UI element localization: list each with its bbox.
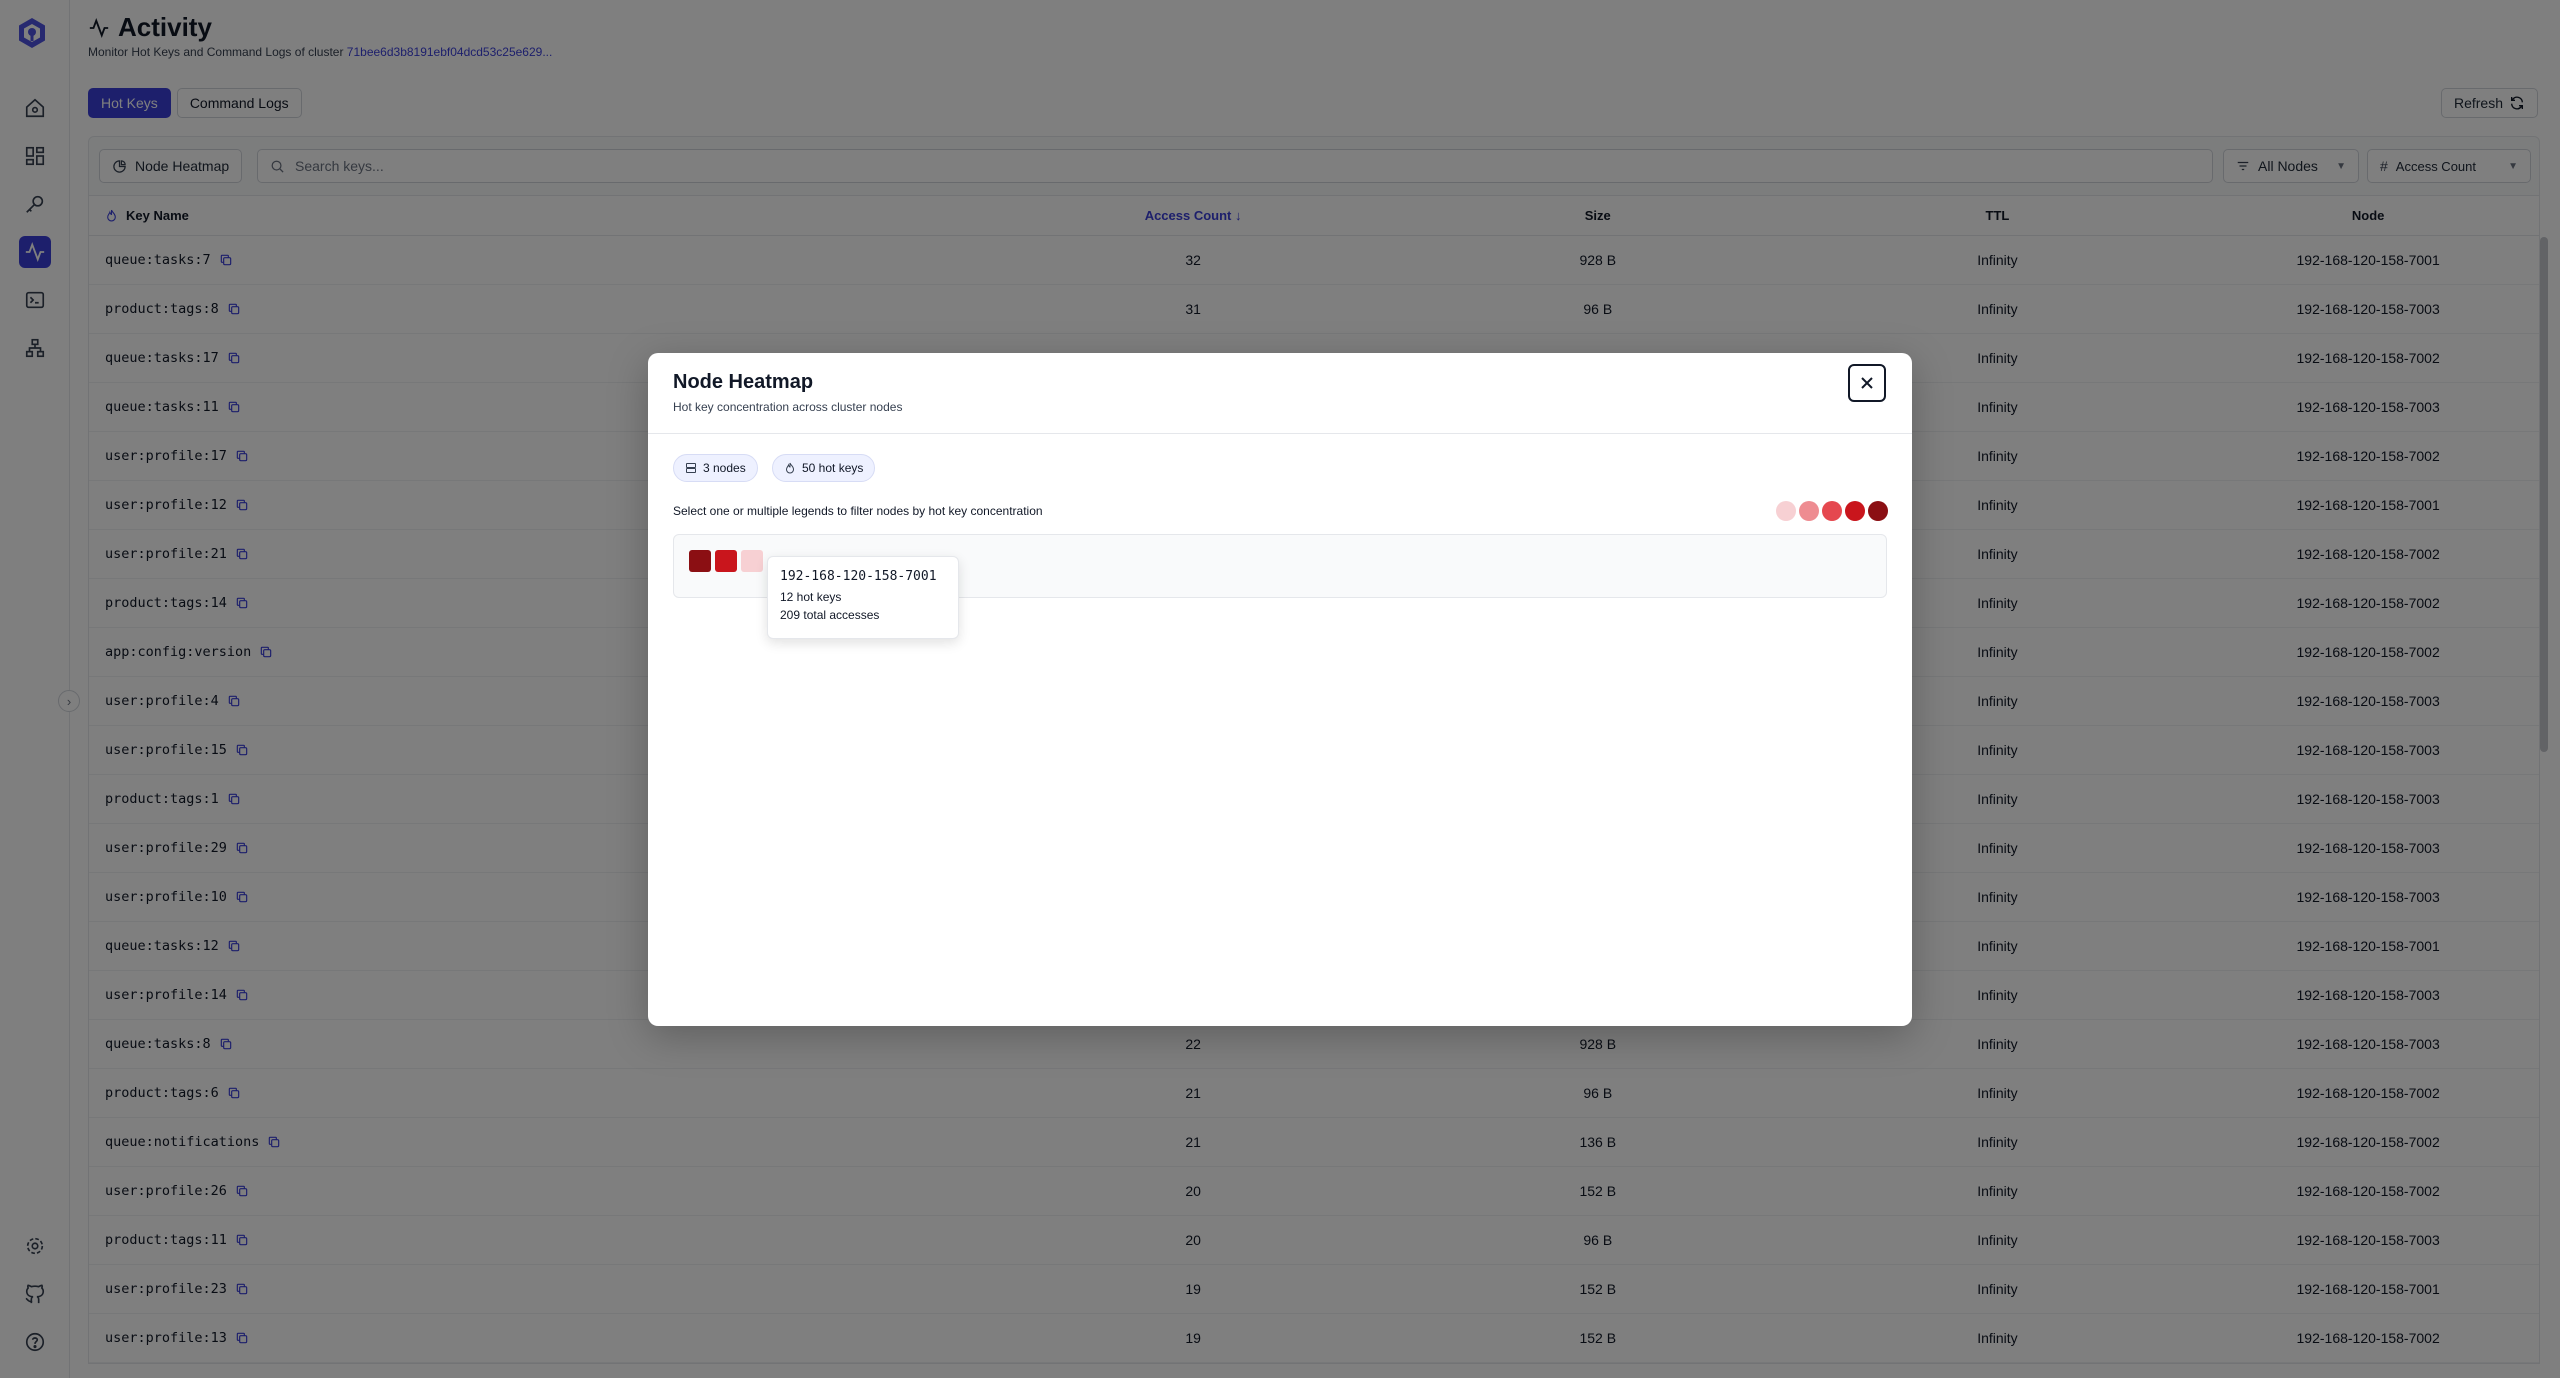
server-icon — [686, 463, 696, 473]
dialog-subtitle: Hot key concentration across cluster nod… — [673, 400, 903, 414]
close-icon — [1861, 377, 1873, 389]
tooltip-accesses: 209 total accesses — [780, 608, 880, 622]
nodes-count-badge: 3 nodes — [673, 454, 758, 482]
legend-swatch[interactable] — [1799, 501, 1819, 521]
node-tooltip: 192-168-120-158-7001 12 hot keys 209 tot… — [767, 556, 959, 639]
legend-swatch[interactable] — [1822, 501, 1842, 521]
legend-swatch[interactable] — [1776, 501, 1796, 521]
dialog-divider — [648, 433, 1912, 434]
node-heat-cell[interactable] — [689, 550, 711, 572]
legend-swatch[interactable] — [1868, 501, 1888, 521]
legend-swatch[interactable] — [1845, 501, 1865, 521]
heatmap-legend — [1776, 501, 1888, 521]
nodes-count-label: 3 nodes — [703, 461, 746, 475]
close-button[interactable] — [1848, 364, 1886, 402]
node-heat-cell[interactable] — [741, 550, 763, 572]
node-heatmap-dialog: Node Heatmap Hot key concentration acros… — [648, 353, 1912, 1026]
tooltip-hot-keys: 12 hot keys — [780, 590, 842, 604]
legend-instructions: Select one or multiple legends to filter… — [673, 504, 1043, 518]
hot-keys-count-badge: 50 hot keys — [772, 454, 876, 482]
hot-keys-count-label: 50 hot keys — [802, 461, 864, 475]
node-heat-cell[interactable] — [715, 550, 737, 572]
dialog-title: Node Heatmap — [673, 371, 814, 393]
flame-icon — [785, 462, 795, 474]
tooltip-node-name: 192-168-120-158-7001 — [780, 569, 937, 584]
